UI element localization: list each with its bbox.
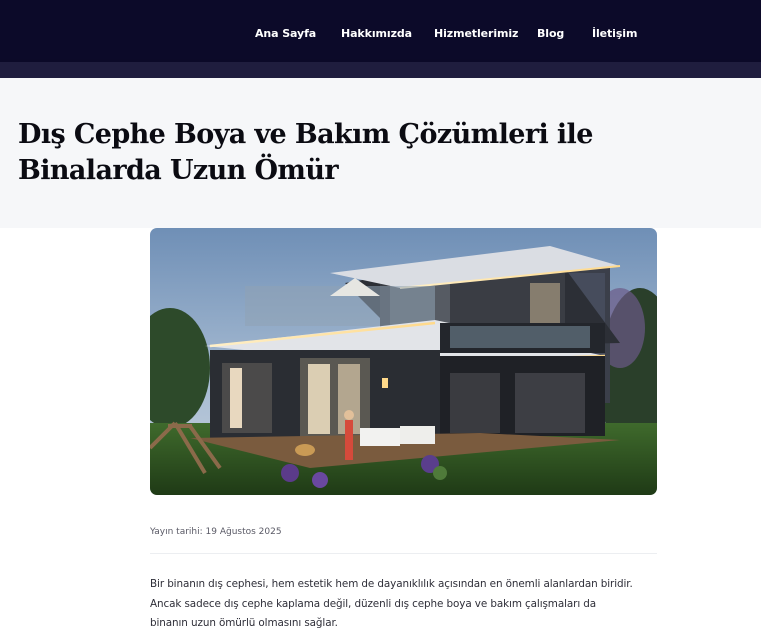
article-body: Bir binanın dış cephesi, hem estetik hem… [150, 575, 660, 634]
page-title-section: Dış Cephe Boya ve Bakım Çözümleri ile Bi… [0, 78, 761, 228]
nav-item-hizmetlerimiz[interactable]: Hizmetlerimiz [434, 27, 518, 40]
modern-villa-exterior-image [150, 228, 657, 495]
page-title: Dış Cephe Boya ve Bakım Çözümleri ile Bi… [18, 119, 593, 186]
body-line: Ancak sadece dış cephe kaplama değil, dü… [150, 597, 597, 610]
divider [150, 553, 657, 554]
body-line: Bir binanın dış cephesi, hem estetik hem… [150, 578, 633, 590]
nav-item-hakkimizda[interactable]: Hakkımızda [341, 27, 412, 40]
header-bottom-strip [0, 62, 761, 78]
main-navigation: Ana Sayfa Hakkımızda Hizmetlerimiz Blog … [0, 0, 761, 62]
nav-item-iletisim[interactable]: İletişim [592, 27, 637, 40]
featured-image [150, 228, 657, 495]
nav-item-blog[interactable]: Blog [537, 27, 564, 40]
publish-date: Yayın tarihi: 19 Ağustos 2025 [150, 527, 282, 537]
nav-item-ana-sayfa[interactable]: Ana Sayfa [255, 27, 316, 40]
body-line: binanın uzun ömürlü olmasını sağlar. [150, 617, 338, 629]
